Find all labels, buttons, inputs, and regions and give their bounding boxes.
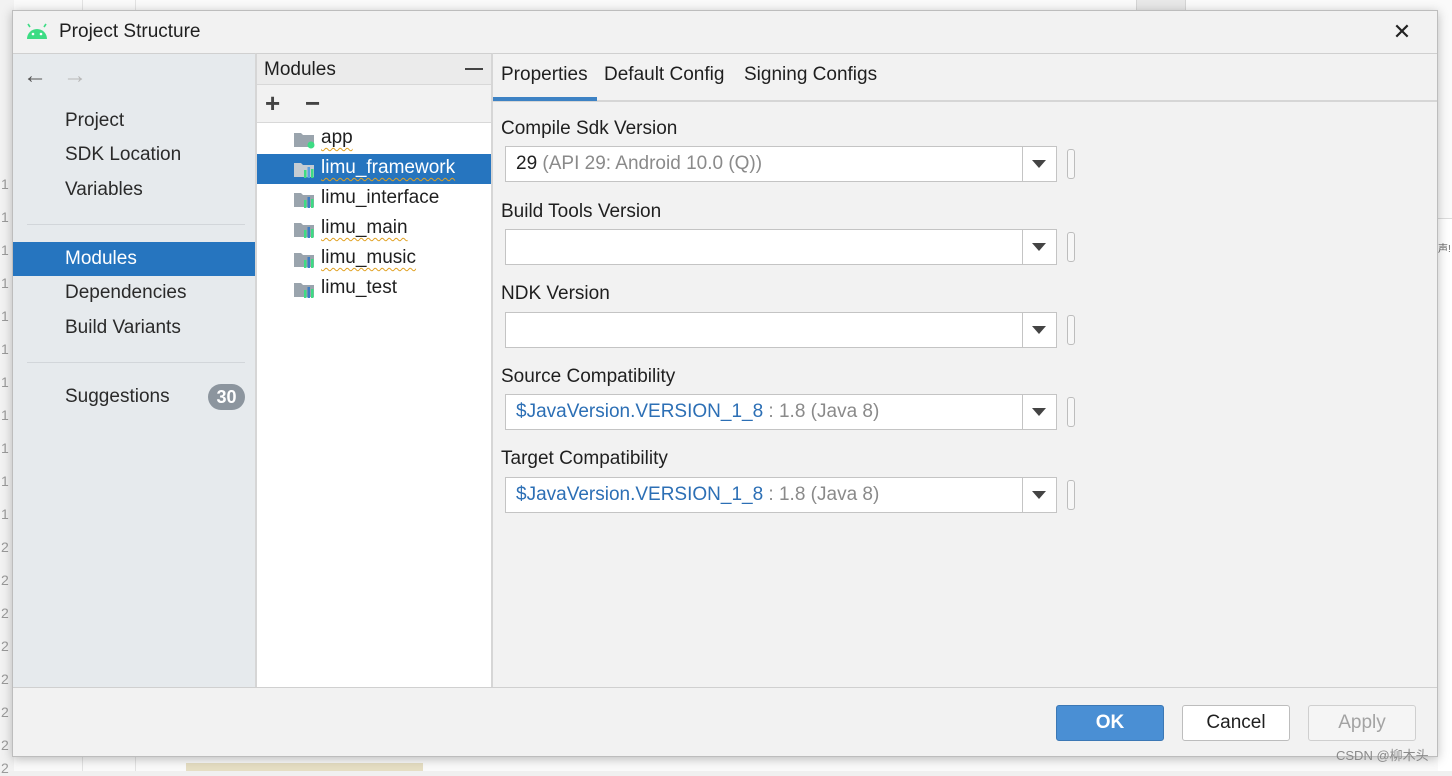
tab-default-config[interactable]: Default Config: [604, 64, 724, 86]
field-side-handle[interactable]: [1067, 397, 1075, 427]
source-compat-value: $JavaVersion.VERSION_1_8 : 1.8 (Java 8): [516, 401, 879, 423]
chevron-down-icon[interactable]: [1032, 243, 1046, 251]
compile-sdk-hint: (API 29: Android 10.0 (Q)): [542, 153, 763, 174]
compile-sdk-dropdown[interactable]: 29 (API 29: Android 10.0 (Q)): [505, 146, 1057, 182]
add-module-button[interactable]: +: [265, 89, 280, 117]
apply-button[interactable]: Apply: [1308, 705, 1416, 741]
close-icon: ✕: [1392, 19, 1412, 44]
module-item-limu-music[interactable]: limu_music: [257, 244, 491, 274]
dialog-footer: OK Cancel Apply: [13, 687, 1437, 756]
module-label: limu_framework: [321, 157, 456, 178]
module-label: limu_main: [321, 217, 408, 238]
module-properties-panel: Properties Default Config Signing Config…: [493, 53, 1437, 687]
back-arrow-icon[interactable]: ←: [23, 62, 47, 90]
side-panel-text: 声!: [1438, 244, 1451, 255]
side-panel: [1438, 218, 1452, 771]
app-module-icon: [294, 133, 315, 149]
library-module-icon: [294, 193, 314, 208]
active-tab-indicator: [493, 97, 597, 101]
collapse-panel-button[interactable]: [465, 68, 483, 70]
ok-button[interactable]: OK: [1056, 705, 1164, 741]
field-side-handle[interactable]: [1067, 480, 1075, 510]
sidebar-item-modules[interactable]: Modules: [13, 242, 255, 276]
dropdown-divider: [1022, 230, 1023, 264]
module-item-limu-main[interactable]: limu_main: [257, 214, 491, 244]
field-side-handle[interactable]: [1067, 315, 1075, 345]
target-compat-dropdown[interactable]: $JavaVersion.VERSION_1_8 : 1.8 (Java 8): [505, 477, 1057, 513]
library-module-icon: [294, 253, 314, 268]
watermark-text: CSDN @柳木头: [1336, 748, 1429, 763]
sidebar-item-project[interactable]: Project: [13, 104, 255, 138]
chevron-down-icon[interactable]: [1032, 160, 1046, 168]
dialog-titlebar: Project Structure ✕: [13, 11, 1437, 53]
target-compat-variable: $JavaVersion.VERSION_1_8: [516, 484, 764, 505]
target-compat-hint: : 1.8 (Java 8): [768, 484, 880, 505]
dialog-title: Project Structure: [59, 21, 201, 42]
module-label: app: [321, 127, 353, 148]
remove-module-button[interactable]: −: [305, 89, 320, 117]
forward-arrow-icon[interactable]: →: [63, 62, 87, 90]
chevron-down-icon[interactable]: [1032, 491, 1046, 499]
module-label: limu_music: [321, 247, 417, 268]
sidebar-divider: [27, 362, 245, 363]
ndk-dropdown[interactable]: [505, 312, 1057, 348]
module-item-limu-test[interactable]: limu_test: [257, 274, 491, 304]
compile-sdk-value: 29 (API 29: Android 10.0 (Q)): [516, 153, 762, 175]
sidebar-item-build-variants[interactable]: Build Variants: [13, 311, 255, 345]
build-tools-label: Build Tools Version: [501, 201, 662, 222]
tab-properties[interactable]: Properties: [501, 64, 588, 86]
tab-bar: Properties Default Config Signing Config…: [493, 54, 1437, 102]
project-structure-dialog: Project Structure ✕ ← → Project SDK Loca…: [12, 10, 1438, 757]
dropdown-divider: [1022, 478, 1023, 512]
source-compat-hint: : 1.8 (Java 8): [768, 401, 880, 422]
cancel-button[interactable]: Cancel: [1182, 705, 1290, 741]
dropdown-divider: [1022, 147, 1023, 181]
android-icon: [27, 23, 47, 39]
sidebar-item-dependencies[interactable]: Dependencies: [13, 276, 255, 310]
compile-sdk-number: 29: [516, 153, 538, 174]
module-item-app[interactable]: app: [257, 124, 491, 154]
build-tools-dropdown[interactable]: [505, 229, 1057, 265]
sidebar-item-sdk-location[interactable]: SDK Location: [13, 138, 255, 172]
library-module-icon: [294, 283, 314, 298]
settings-sidebar: ← → Project SDK Location Variables Modul…: [13, 53, 255, 687]
modules-toolbar: + −: [257, 85, 491, 123]
modules-panel-title: Modules: [264, 59, 336, 80]
suggestions-count-badge: 30: [208, 384, 245, 410]
dropdown-divider: [1022, 395, 1023, 429]
chevron-down-icon[interactable]: [1032, 326, 1046, 334]
source-compat-variable: $JavaVersion.VERSION_1_8: [516, 401, 764, 422]
modules-panel: Modules + − app limu_framework limu_inte…: [255, 53, 493, 687]
module-label: limu_test: [321, 277, 398, 298]
compile-sdk-label: Compile Sdk Version: [501, 118, 678, 139]
close-button[interactable]: ✕: [1385, 17, 1419, 47]
sidebar-item-variables[interactable]: Variables: [13, 173, 255, 207]
ndk-label: NDK Version: [501, 283, 610, 304]
line-number: 2: [1, 760, 9, 776]
dropdown-divider: [1022, 313, 1023, 347]
sidebar-divider: [27, 224, 245, 225]
target-compat-value: $JavaVersion.VERSION_1_8 : 1.8 (Java 8): [516, 484, 879, 506]
field-side-handle[interactable]: [1067, 232, 1075, 262]
tab-signing-configs[interactable]: Signing Configs: [744, 64, 877, 86]
field-side-handle[interactable]: [1067, 149, 1075, 179]
module-item-limu-interface[interactable]: limu_interface: [257, 184, 491, 214]
library-module-icon: [294, 163, 314, 178]
module-label: limu_interface: [321, 187, 440, 208]
target-compat-label: Target Compatibility: [501, 448, 668, 469]
source-compat-dropdown[interactable]: $JavaVersion.VERSION_1_8 : 1.8 (Java 8): [505, 394, 1057, 430]
modules-header: Modules: [257, 54, 491, 85]
source-compat-label: Source Compatibility: [501, 366, 676, 387]
chevron-down-icon[interactable]: [1032, 408, 1046, 416]
library-module-icon: [294, 223, 314, 238]
module-item-limu-framework[interactable]: limu_framework: [257, 154, 491, 184]
editor-highlight: [186, 763, 423, 771]
